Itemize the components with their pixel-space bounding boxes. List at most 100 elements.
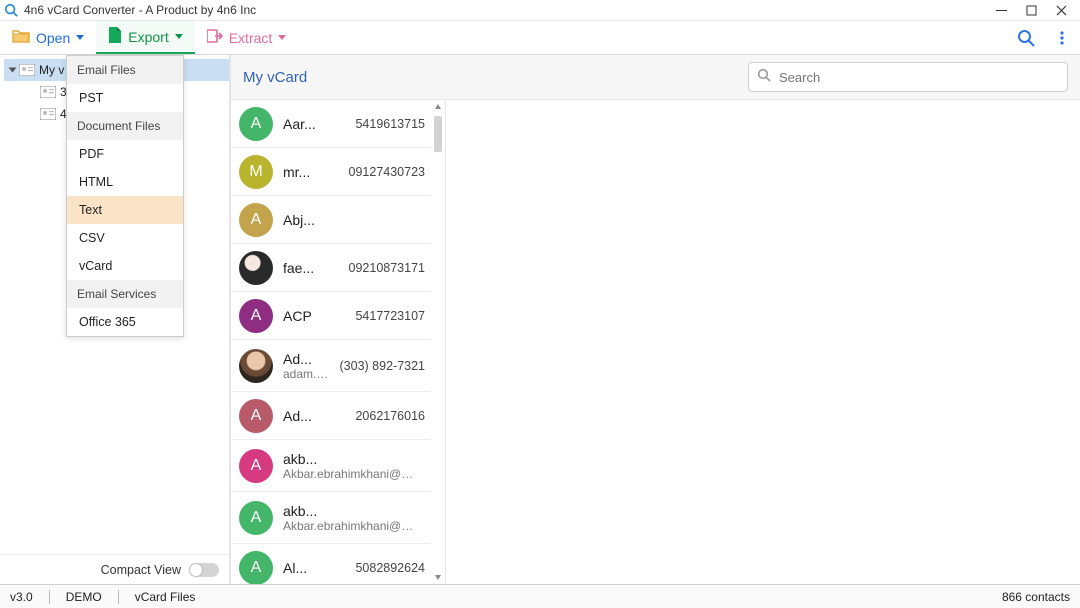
vcard-icon: [40, 108, 56, 120]
avatar: A: [239, 203, 273, 237]
avatar: A: [239, 399, 273, 433]
search-input[interactable]: [779, 70, 1059, 85]
main-pane: My vCard A Aar... 5419613715 Mmr... 09127430…: [230, 55, 1080, 584]
dropdown-header-email-files: Email Files: [67, 56, 183, 84]
contact-email: Akbar.ebrahimkhani@gmail.co: [283, 467, 415, 481]
contact-row[interactable]: fae... 09210873171: [231, 244, 431, 292]
vcard-icon: [40, 86, 56, 98]
dropdown-header-document-files: Document Files: [67, 112, 183, 140]
caret-down-icon: [76, 35, 84, 40]
contact-name: Ad...: [283, 351, 330, 367]
search-box[interactable]: [748, 62, 1068, 92]
contact-row[interactable]: A Abj...: [231, 196, 431, 244]
extract-icon: [207, 29, 223, 46]
dropdown-header-email-services: Email Services: [67, 280, 183, 308]
contact-phone: 2062176016: [355, 409, 425, 423]
avatar: A: [239, 107, 273, 141]
contact-row[interactable]: Ad...adam.cohen@dgslaw.com (303) 892-7321: [231, 340, 431, 392]
export-option-pdf[interactable]: PDF: [67, 140, 183, 168]
avatar: [239, 349, 273, 383]
export-option-office365[interactable]: Office 365: [67, 308, 183, 336]
export-dropdown: Email Files PST Document Files PDF HTML …: [66, 55, 184, 337]
close-button[interactable]: [1046, 0, 1076, 21]
contact-name: akb...: [283, 503, 415, 519]
scroll-thumb[interactable]: [434, 116, 442, 152]
avatar: A: [239, 299, 273, 333]
more-options-button[interactable]: [1044, 21, 1080, 54]
contact-name: fae...: [283, 260, 339, 276]
export-option-html[interactable]: HTML: [67, 168, 183, 196]
contact-name: Al...: [283, 560, 345, 576]
status-bar: v3.0 DEMO vCard Files 866 contacts: [0, 584, 1080, 608]
search-icon: [757, 68, 771, 87]
caret-expanded-icon: [9, 68, 17, 73]
contact-phone: (303) 892-7321: [340, 359, 425, 373]
workspace: My v 3 4 Email Files PST Document Files …: [0, 55, 1080, 584]
contact-phone: 5417723107: [355, 309, 425, 323]
avatar: [239, 251, 273, 285]
main-toolbar: Open Export Extract: [0, 21, 1080, 55]
scroll-down-arrow-icon[interactable]: [431, 570, 445, 584]
contact-row[interactable]: A Ad... 2062176016: [231, 392, 431, 440]
page-title: My vCard: [243, 69, 307, 86]
contact-row[interactable]: A Al... 5082892624: [231, 544, 431, 584]
contact-phone: 5082892624: [355, 561, 425, 575]
contact-row[interactable]: A Aar... 5419613715: [231, 100, 431, 148]
contact-name: Aar...: [283, 116, 345, 132]
vcard-icon: [19, 64, 35, 76]
contact-email: Akbar.ebrahimkhani@gmail.co: [283, 519, 415, 533]
contact-list: A Aar... 5419613715 Mmr... 09127430723 A Abj..…: [231, 100, 431, 584]
contact-phone: 09210873171: [349, 261, 425, 275]
export-option-vcard[interactable]: vCard: [67, 252, 183, 280]
app-logo-icon: [4, 3, 18, 17]
caret-down-icon: [278, 35, 286, 40]
status-version: v3.0: [10, 590, 33, 604]
contact-phone: 09127430723: [349, 165, 425, 179]
export-option-text[interactable]: Text: [67, 196, 183, 224]
avatar: A: [239, 449, 273, 483]
avatar: A: [239, 551, 273, 585]
contact-email: adam.cohen@dgslaw.com: [283, 367, 330, 381]
tree-root-label: My v: [39, 63, 64, 77]
file-export-icon: [108, 27, 122, 46]
contact-list-column: A Aar... 5419613715 Mmr... 09127430723 A Abj..…: [231, 100, 446, 584]
contact-name: mr...: [283, 164, 339, 180]
open-label: Open: [36, 30, 70, 46]
avatar: M: [239, 155, 273, 189]
export-option-csv[interactable]: CSV: [67, 224, 183, 252]
contact-name: Ad...: [283, 408, 345, 424]
contact-phone: 5419613715: [355, 117, 425, 131]
export-label: Export: [128, 29, 168, 45]
extract-menu-button[interactable]: Extract: [195, 21, 299, 54]
maximize-button[interactable]: [1016, 0, 1046, 21]
contact-detail-pane: [446, 100, 1080, 584]
contact-list-scrollbar[interactable]: [431, 100, 445, 584]
contact-row[interactable]: A ACP 5417723107: [231, 292, 431, 340]
export-option-pst[interactable]: PST: [67, 84, 183, 112]
compact-view-toggle[interactable]: [189, 563, 219, 577]
compact-view-label: Compact View: [101, 563, 181, 577]
open-menu-button[interactable]: Open: [0, 21, 96, 54]
title-bar: 4n6 vCard Converter - A Product by 4n6 I…: [0, 0, 1080, 21]
status-context: vCard Files: [135, 590, 196, 604]
export-menu-button[interactable]: Export: [96, 21, 194, 54]
status-mode: DEMO: [66, 590, 102, 604]
contact-name: akb...: [283, 451, 415, 467]
sidebar: My v 3 4 Email Files PST Document Files …: [0, 55, 230, 584]
scroll-up-arrow-icon[interactable]: [431, 100, 445, 114]
contact-name: ACP: [283, 308, 345, 324]
avatar: A: [239, 501, 273, 535]
window-title: 4n6 vCard Converter - A Product by 4n6 I…: [24, 3, 256, 17]
contact-row[interactable]: Aakb...Akbar.ebrahimkhani@gmail.co: [231, 440, 431, 492]
folder-open-icon: [12, 29, 30, 46]
status-contact-count: 866 contacts: [1002, 590, 1070, 604]
contact-row[interactable]: Mmr... 09127430723: [231, 148, 431, 196]
minimize-button[interactable]: [986, 0, 1016, 21]
extract-label: Extract: [229, 30, 273, 46]
main-header: My vCard: [231, 55, 1080, 100]
compact-view-row: Compact View: [0, 554, 229, 584]
global-search-button[interactable]: [1008, 21, 1044, 54]
caret-down-icon: [175, 34, 183, 39]
contact-name: Abj...: [283, 212, 415, 228]
contact-row[interactable]: Aakb...Akbar.ebrahimkhani@gmail.co: [231, 492, 431, 544]
